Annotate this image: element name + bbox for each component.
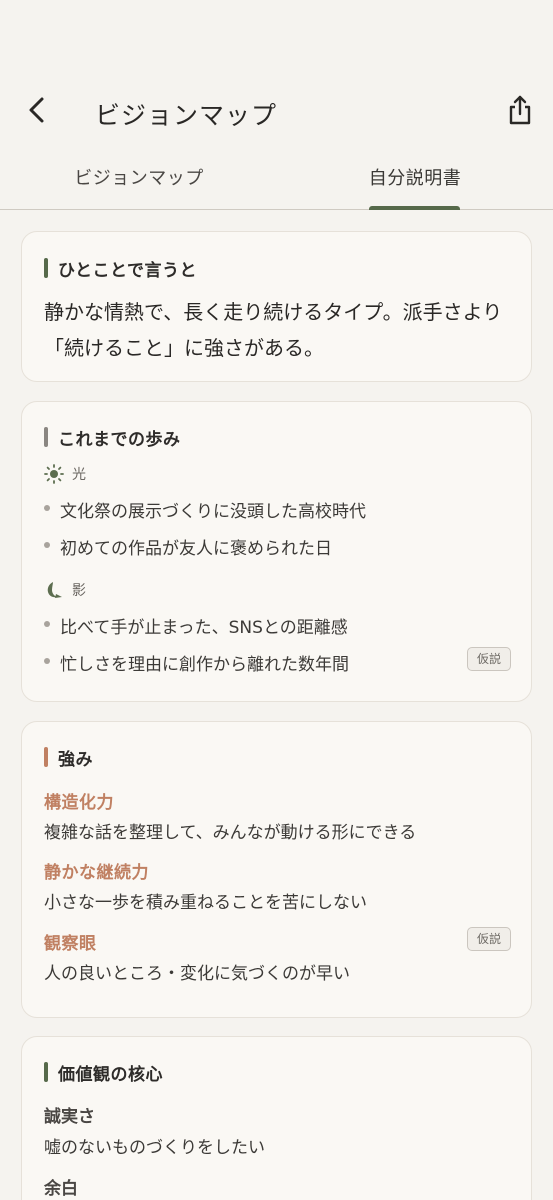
values-card: 価値観の核心 誠実さ 嘘のないものづくりをしたい 余白 <box>21 1036 532 1200</box>
tab-self-manual[interactable]: 自分説明書 <box>345 164 485 210</box>
page-title: ビジョンマップ <box>95 101 278 130</box>
value-name: 余白 <box>44 1179 78 1199</box>
shadow-item: 忙しさを理由に創作から離れた数年間 <box>44 650 514 675</box>
share-icon <box>507 95 533 129</box>
share-button[interactable] <box>503 94 537 130</box>
values-title: 価値観の核心 <box>44 1060 163 1085</box>
summary-title: ひとことで言うと <box>44 256 197 281</box>
light-item: 文化祭の展示づくりに没頭した高校時代 <box>44 497 514 522</box>
app-screen: ビジョンマップ ビジョンマップ 自分説明書 ひとことで言うと 静かな情熱で、長く… <box>0 0 553 1200</box>
strength-desc: 人の良いところ・変化に気づくのが早い <box>44 964 350 984</box>
summary-text: 静かな情熱で、長く走り続けるタイプ。派手さより「続けること」に強さがある。 <box>44 300 503 360</box>
shadow-item: 比べて手が止まった、SNSとの距離感 <box>44 613 514 638</box>
back-button[interactable] <box>22 96 52 128</box>
nav-bar: ビジョンマップ <box>0 88 553 136</box>
strengths-card: 強み 構造化力 複雑な話を整理して、みんなが動ける形にできる 静かな継続力 小さ… <box>21 721 532 1018</box>
shadow-heading: 影 <box>44 580 86 600</box>
strength-desc: 複雑な話を整理して、みんなが動ける形にできる <box>44 823 417 843</box>
light-label: 光 <box>72 467 86 483</box>
journey-title: これまでの歩み <box>44 425 181 450</box>
strength-name: 静かな継続力 <box>44 863 149 883</box>
header: ビジョンマップ ビジョンマップ 自分説明書 <box>0 0 553 210</box>
active-tab-indicator <box>369 206 460 210</box>
tab-bar: ビジョンマップ 自分説明書 <box>0 160 553 210</box>
shadow-label: 影 <box>72 583 86 599</box>
light-heading: 光 <box>44 464 86 484</box>
sun-icon <box>44 464 64 484</box>
light-item: 初めての作品が友人に褒められた日 <box>44 534 514 559</box>
summary-card: ひとことで言うと 静かな情熱で、長く走り続けるタイプ。派手さより「続けること」に… <box>21 231 532 382</box>
hypothesis-badge: 仮説 <box>467 647 511 671</box>
value-name: 誠実さ <box>44 1107 95 1127</box>
strength-name: 構造化力 <box>44 793 114 813</box>
chevron-left-icon <box>27 96 47 128</box>
moon-icon <box>44 580 64 600</box>
tab-vision-map[interactable]: ビジョンマップ <box>55 164 223 210</box>
strength-name: 観察眼 <box>44 934 97 954</box>
strength-desc: 小さな一歩を積み重ねることを苦にしない <box>44 893 367 913</box>
strengths-title: 強み <box>44 745 93 770</box>
journey-card: これまでの歩み 光 文化祭の展示づくりに没頭した高校時代 初めての作品が友人に褒… <box>21 401 532 702</box>
value-desc: 嘘のないものづくりをしたい <box>44 1138 265 1158</box>
hypothesis-badge: 仮説 <box>467 927 511 951</box>
